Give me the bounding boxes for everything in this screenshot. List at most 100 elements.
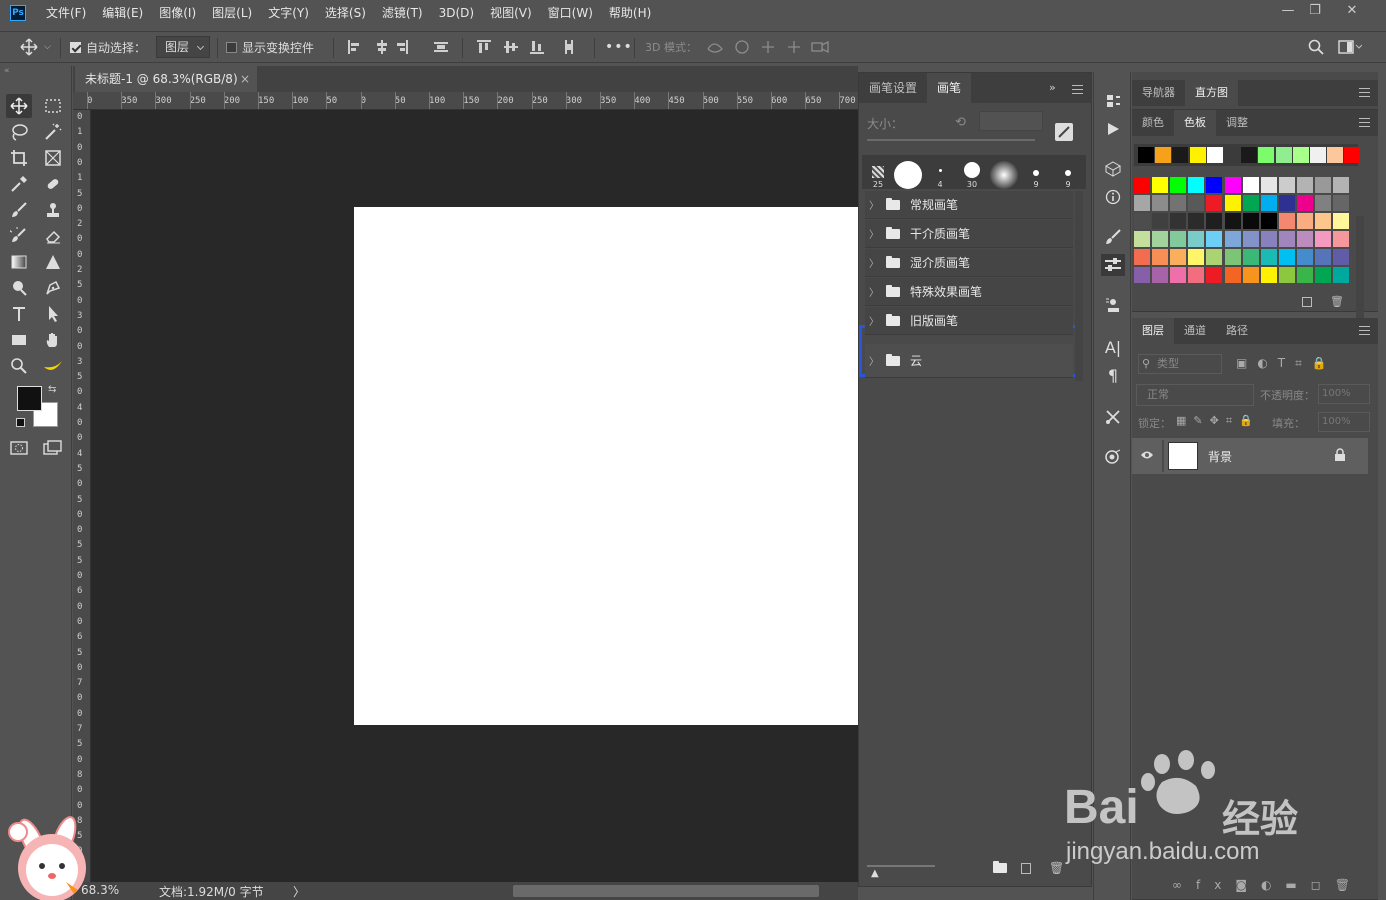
brush-group-row[interactable]: 〉 特殊效果画笔: [865, 278, 1073, 306]
actions-play-icon[interactable]: [1101, 118, 1125, 140]
expand-icon[interactable]: »: [1049, 81, 1056, 94]
swatch[interactable]: [1134, 249, 1150, 265]
swatch[interactable]: [1242, 231, 1259, 247]
menu-item[interactable]: 图层(L): [204, 0, 260, 26]
tab-navigator[interactable]: 导航器: [1132, 80, 1185, 106]
workspace-icon[interactable]: [1338, 32, 1362, 62]
swatch[interactable]: [1188, 213, 1205, 229]
swatch[interactable]: [1278, 249, 1295, 265]
swatch[interactable]: [1242, 267, 1259, 283]
swatch[interactable]: [1333, 249, 1350, 265]
swatch[interactable]: [1242, 195, 1259, 211]
swatch[interactable]: [1188, 267, 1205, 283]
move-tool[interactable]: [6, 94, 32, 118]
paragraph-icon[interactable]: ¶: [1101, 364, 1125, 386]
banana-tool[interactable]: [40, 354, 66, 378]
panel-menu-icon[interactable]: [1359, 326, 1370, 335]
new-group-folder-icon[interactable]: [993, 861, 1007, 873]
history-brush-tool[interactable]: [6, 224, 32, 248]
swatch[interactable]: [1278, 195, 1295, 211]
swatch[interactable]: [1315, 267, 1331, 283]
tab-color[interactable]: 颜色: [1132, 110, 1174, 136]
document-canvas[interactable]: [354, 207, 858, 725]
restore-icon[interactable]: ❐: [1297, 0, 1333, 22]
swatch[interactable]: [1134, 177, 1150, 193]
swatch[interactable]: [1170, 231, 1187, 247]
foreground-color-front[interactable]: [17, 386, 42, 411]
brush-group-row[interactable]: 〉 旧版画笔: [865, 307, 1073, 335]
swatch[interactable]: [1206, 195, 1223, 211]
recent-swatch[interactable]: [1292, 147, 1309, 163]
swatch[interactable]: [1278, 267, 1295, 283]
brush-preset-thumb[interactable]: [989, 157, 1019, 189]
swatch[interactable]: [1333, 231, 1350, 247]
swatch[interactable]: [1260, 231, 1277, 247]
swatch[interactable]: [1134, 231, 1150, 247]
default-colors-icon[interactable]: [16, 418, 25, 427]
swatch[interactable]: [1278, 231, 1295, 247]
layer-filter-icons[interactable]: ▣◐T⌗🔒: [1236, 356, 1337, 371]
recent-swatch[interactable]: [1224, 147, 1240, 163]
tab-layers[interactable]: 图层: [1132, 318, 1174, 344]
lock-icons[interactable]: ▦✎✥⌗🔒: [1176, 414, 1260, 428]
swatch[interactable]: [1170, 267, 1187, 283]
tab-paths[interactable]: 路径: [1216, 318, 1258, 344]
screen-mode-button[interactable]: [40, 436, 66, 460]
swatch[interactable]: [1296, 213, 1313, 229]
swatch[interactable]: [1296, 231, 1313, 247]
brush-group-row[interactable]: 〉云: [865, 344, 1073, 378]
swatch[interactable]: [1170, 195, 1187, 211]
learn-icon[interactable]: [1101, 446, 1125, 468]
brush-group-row[interactable]: 〉 常规画笔: [865, 191, 1073, 219]
brush-preset-thumb[interactable]: 9: [1053, 157, 1083, 189]
menu-item[interactable]: 编辑(E): [94, 0, 151, 26]
swatch[interactable]: [1188, 195, 1205, 211]
recent-swatch[interactable]: [1138, 147, 1154, 163]
swatch[interactable]: [1152, 177, 1169, 193]
recent-swatch[interactable]: [1241, 147, 1258, 163]
recent-swatch[interactable]: [1155, 147, 1172, 163]
swatch[interactable]: [1260, 213, 1277, 229]
history-icon[interactable]: [1101, 90, 1125, 112]
menu-item[interactable]: 滤镜(T): [374, 0, 431, 26]
checkbox-checked-icon[interactable]: [70, 41, 81, 53]
recent-swatch[interactable]: [1258, 147, 1275, 163]
brush-preset-thumb[interactable]: 9: [1021, 157, 1051, 189]
clone-source-icon[interactable]: [1101, 294, 1125, 316]
path-selection-tool[interactable]: [40, 302, 66, 326]
swatch[interactable]: [1224, 195, 1241, 211]
gradient-tool[interactable]: [6, 250, 32, 274]
auto-select-target-dropdown[interactable]: 图层: [156, 36, 211, 58]
chevron-right-icon[interactable]: 〉: [868, 284, 880, 299]
swatch[interactable]: [1152, 267, 1169, 283]
swatch[interactable]: [1152, 195, 1169, 211]
search-icon[interactable]: [1308, 32, 1324, 62]
canvas-workspace[interactable]: [91, 110, 858, 882]
opacity-input[interactable]: 100%: [1318, 384, 1370, 404]
lasso-tool[interactable]: [6, 120, 32, 144]
brush-tool[interactable]: [6, 198, 32, 222]
swap-colors-icon[interactable]: ⇆: [48, 384, 56, 395]
close-icon[interactable]: ✕: [1334, 0, 1370, 22]
size-input[interactable]: [979, 111, 1043, 131]
reset-icon[interactable]: ⟲: [955, 115, 966, 130]
pen-tool[interactable]: [40, 276, 66, 300]
swatch[interactable]: [1206, 249, 1223, 265]
preview-size-slider[interactable]: [867, 865, 935, 867]
eraser-tool[interactable]: [40, 224, 66, 248]
brush-preset-thumb[interactable]: 30: [957, 157, 987, 189]
dodge-tool[interactable]: [6, 276, 32, 300]
3d-icon[interactable]: [1101, 158, 1125, 180]
swatch[interactable]: [1260, 249, 1277, 265]
swatch[interactable]: [1188, 177, 1205, 193]
swatch[interactable]: [1242, 177, 1259, 193]
rectangle-tool[interactable]: [6, 328, 32, 352]
type-tool[interactable]: [6, 302, 32, 326]
move-tool-preset[interactable]: ⌵: [20, 32, 51, 62]
new-swatch-icon[interactable]: [1302, 297, 1312, 307]
swatch[interactable]: [1260, 195, 1277, 211]
swatch[interactable]: [1206, 213, 1223, 229]
tab-swatches[interactable]: 色板: [1174, 110, 1216, 136]
swatch[interactable]: [1260, 177, 1277, 193]
swatch[interactable]: [1296, 195, 1313, 211]
